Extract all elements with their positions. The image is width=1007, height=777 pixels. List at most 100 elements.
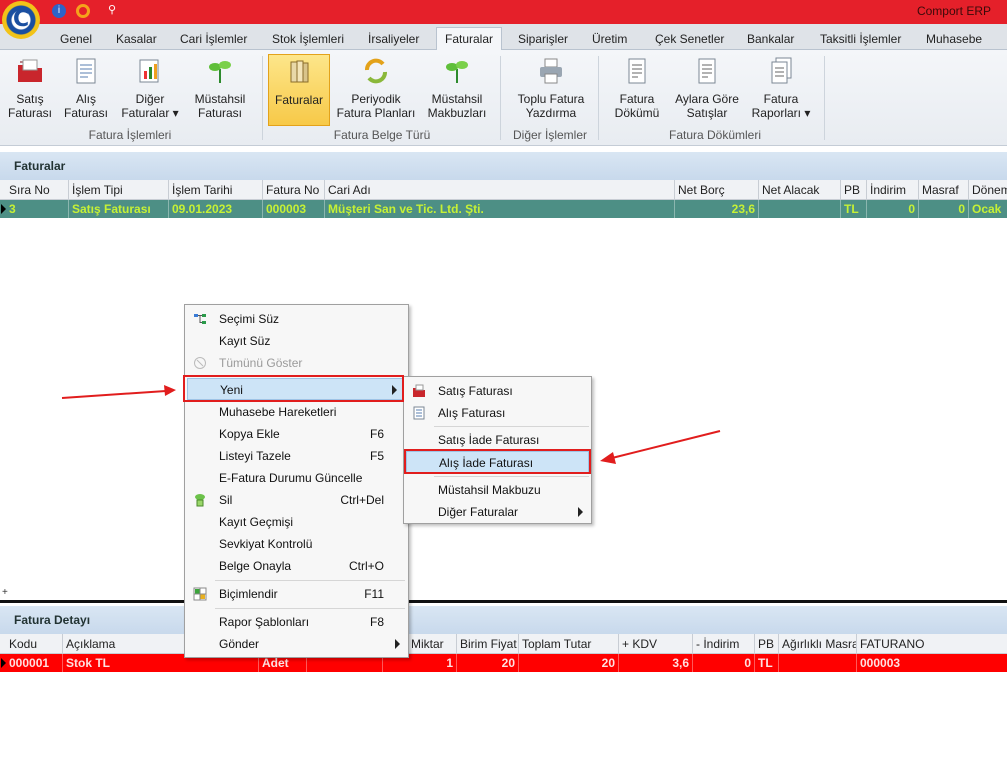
delete-icon (195, 494, 205, 507)
fatura-dokumu-button[interactable]: Fatura Dökümü (610, 54, 664, 126)
col-pb[interactable]: PB (840, 180, 866, 200)
tab-uretim[interactable]: Üretim (588, 29, 631, 49)
context-menu: Seçimi Süz Kayıt Süz Tümünü Göster Yeni … (184, 304, 409, 658)
menu-item-listeyi-tazele[interactable]: Listeyi Tazele F5 (187, 445, 406, 467)
periyodik-fatura-planlari-button[interactable]: Periyodik Fatura Planları (336, 54, 416, 126)
col-donem[interactable]: Dönem (968, 180, 1007, 200)
group-label-fatura-belge-turu: Fatura Belge Türü (333, 128, 431, 142)
menu-item-muhasebe-hareketleri[interactable]: Muhasebe Hareketleri (187, 401, 406, 423)
submenu-item-alis-faturasi[interactable]: Alış Faturası (406, 402, 589, 424)
col-islem-tipi[interactable]: İşlem Tipi (68, 180, 168, 200)
group-label-fatura-dokumleri: Fatura Dökümleri (668, 128, 762, 142)
ribbon-tabs: Genel Kasalar Cari İşlemler Stok İşlemle… (0, 24, 1007, 51)
menu-item-belge-onayla[interactable]: Belge Onayla Ctrl+O (187, 555, 406, 577)
satis-faturasi-button[interactable]: Satış Faturası (4, 54, 56, 126)
col-birim-fiyat[interactable]: Birim Fiyat (456, 634, 518, 654)
tab-kasalar[interactable]: Kasalar (112, 29, 161, 49)
tab-genel[interactable]: Genel (56, 29, 96, 49)
col-masraf[interactable]: Masraf (918, 180, 968, 200)
col-fatura-no[interactable]: Fatura No (262, 180, 324, 200)
menu-item-secimi-suz[interactable]: Seçimi Süz (187, 308, 406, 330)
faturalar-grid-header: Sıra No İşlem Tipi İşlem Tarihi Fatura N… (0, 180, 1007, 200)
printer-icon (540, 58, 562, 84)
col-kdv[interactable]: + KDV (618, 634, 692, 654)
submenu-item-alis-iade-faturasi[interactable]: Alış İade Faturası (406, 451, 589, 473)
alis-faturasi-button[interactable]: Alış Faturası (62, 54, 110, 126)
table-row[interactable]: 000001 Stok TL Adet 1 20 20 3,6 0 TL 000… (0, 654, 1007, 672)
tab-stok-islemleri[interactable]: Stok İşlemleri (268, 29, 348, 49)
menu-separator (215, 580, 405, 581)
ribbon-separator (262, 56, 263, 140)
menu-separator (215, 608, 405, 609)
menu-item-rapor-sablonlari[interactable]: Rapor Şablonları F8 (187, 611, 406, 633)
tab-cek-senetler[interactable]: Çek Senetler (651, 29, 728, 49)
menu-item-kayit-suz[interactable]: Kayıt Süz (187, 330, 406, 352)
clear-filter-icon (194, 357, 206, 369)
panel-splitter[interactable] (0, 600, 1007, 603)
menu-item-sevkiyat-kontrolu[interactable]: Sevkiyat Kontrolü (187, 533, 406, 555)
col-pb[interactable]: PB (754, 634, 778, 654)
col-net-borc[interactable]: Net Borç (674, 180, 758, 200)
submenu-item-satis-faturasi[interactable]: Satış Faturası (406, 380, 589, 402)
submenu-arrow-icon (578, 507, 583, 517)
app-logo-icon[interactable]: C (2, 1, 40, 39)
tab-irsaliyeler[interactable]: İrsaliyeler (364, 29, 423, 49)
tab-faturalar[interactable]: Faturalar (436, 27, 503, 51)
col-cari-adi[interactable]: Cari Adı (324, 180, 674, 200)
red-folder-icon (18, 59, 42, 82)
faturalar-button[interactable]: Faturalar (268, 54, 330, 126)
fatura-raporlari-button[interactable]: Fatura Raporları ▾ (750, 54, 812, 126)
tab-siparisler[interactable]: Siparişler (514, 29, 572, 49)
tab-cari-islemler[interactable]: Cari İşlemler (176, 29, 251, 49)
menu-item-kayit-gecmisi[interactable]: Kayıt Geçmişi (187, 511, 406, 533)
tab-bankalar[interactable]: Bankalar (743, 29, 798, 49)
col-islem-tarihi[interactable]: İşlem Tarihi (168, 180, 262, 200)
yeni-submenu: Satış Faturası Alış Faturası Satış İade … (403, 376, 592, 524)
toplu-fatura-yazdirma-button[interactable]: Toplu Fatura Yazdırma (512, 54, 590, 126)
menu-item-e-fatura-durumu-guncelle[interactable]: E-Fatura Durumu Güncelle (187, 467, 406, 489)
books-icon (290, 60, 309, 83)
submenu-arrow-icon (392, 385, 397, 395)
col-net-alacak[interactable]: Net Alacak (758, 180, 840, 200)
col-toplam-tutar[interactable]: Toplam Tutar (518, 634, 618, 654)
lifebuoy-icon[interactable] (76, 4, 90, 18)
col-sira-no[interactable]: Sıra No (6, 180, 68, 200)
aylara-gore-satislar-button[interactable]: Aylara Göre Satışlar (672, 54, 742, 126)
menu-item-tumunu-goster[interactable]: Tümünü Göster (187, 352, 406, 374)
grid-footer-plus-icon[interactable]: + (2, 587, 8, 598)
menu-item-gonder[interactable]: Gönder (187, 633, 406, 655)
col-kodu[interactable]: Kodu (6, 634, 62, 654)
documents-stack-icon (771, 57, 792, 84)
detay-grid-header: Kodu Açıklama Miktar Birim Fiyat Toplam … (0, 634, 1007, 654)
document-grid-icon (413, 406, 425, 420)
menu-item-yeni[interactable]: Yeni (187, 378, 404, 400)
menu-item-bicimlendir[interactable]: Biçimlendir F11 (187, 583, 406, 605)
submenu-item-satis-iade-faturasi[interactable]: Satış İade Faturası (406, 429, 589, 451)
menu-item-sil[interactable]: Sil Ctrl+Del (187, 489, 406, 511)
submenu-item-diger-faturalar[interactable]: Diğer Faturalar (406, 501, 589, 523)
col-agirlikli-masraf[interactable]: Ağırlıklı Masraf (778, 634, 856, 654)
annotation-arrow-left (61, 390, 167, 399)
menu-separator (434, 476, 589, 477)
fatura-detayi-section-header: Fatura Detayı (0, 606, 1007, 634)
pin-icon[interactable]: ⚲ (108, 3, 116, 16)
menu-item-kopya-ekle[interactable]: Kopya Ekle F6 (187, 423, 406, 445)
ribbon: Satış Faturası Alış Faturası Diğer Faturala… (0, 50, 1007, 146)
submenu-arrow-icon (395, 639, 400, 649)
mustahsil-makbuzlari-button[interactable]: Müstahsil Makbuzları (424, 54, 490, 126)
info-icon[interactable]: i (52, 4, 66, 18)
col-indirim[interactable]: İndirim (866, 180, 918, 200)
row-indicator-icon (1, 204, 6, 214)
diger-faturalar-button[interactable]: Diğer Faturalar ▾ (118, 54, 182, 126)
grid-format-icon (193, 587, 207, 601)
col-indirim[interactable]: - İndirim (692, 634, 754, 654)
mustahsil-faturasi-button[interactable]: Müstahsil Faturası (190, 54, 250, 126)
tab-muhasebe[interactable]: Muhasebe (922, 29, 986, 49)
ribbon-separator (824, 56, 825, 140)
tab-taksitli-islemler[interactable]: Taksitli İşlemler (816, 29, 905, 49)
document-list-icon (698, 58, 716, 84)
document-list-icon (628, 58, 646, 84)
table-row[interactable]: 3 Satış Faturası 09.01.2023 000003 Müşte… (0, 200, 1007, 218)
col-faturano[interactable]: FATURANO (856, 634, 1007, 654)
submenu-item-mustahsil-makbuzu[interactable]: Müstahsil Makbuzu (406, 479, 589, 501)
